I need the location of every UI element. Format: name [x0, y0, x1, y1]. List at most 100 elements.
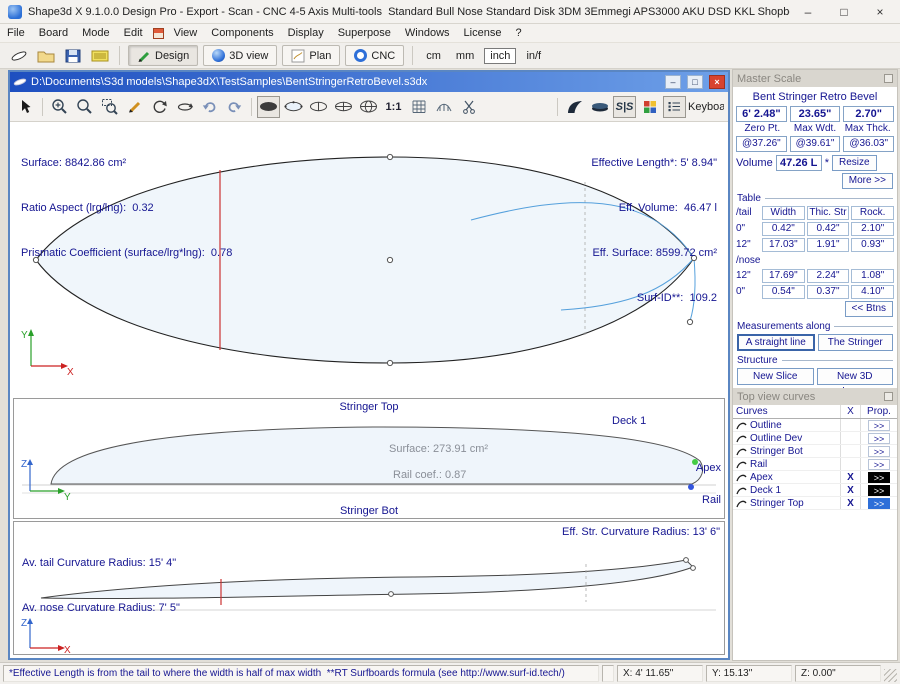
more-button[interactable]: More >> — [842, 173, 893, 189]
design-mode-button[interactable]: Design — [128, 45, 198, 66]
document-minimize-button[interactable]: – — [665, 75, 681, 89]
resize-grip[interactable] — [884, 669, 897, 682]
curve-x-flag[interactable] — [841, 432, 861, 444]
curve-x-flag[interactable]: X — [841, 497, 861, 509]
thickness-cell[interactable]: 0.42" — [807, 222, 850, 236]
edit-points-tool[interactable] — [123, 96, 146, 118]
unit-inch[interactable]: inch — [484, 48, 516, 64]
curve-prop-button[interactable]: >> — [868, 433, 890, 444]
curve-x-flag[interactable] — [841, 445, 861, 457]
keyboard-label[interactable]: Keyboa — [688, 101, 724, 113]
menu-license[interactable]: License — [457, 27, 509, 39]
rocker-cell[interactable]: 0.93" — [851, 238, 894, 252]
control-point[interactable] — [684, 558, 689, 563]
apex-label[interactable]: Apex — [696, 462, 721, 474]
deck-label[interactable]: Deck 1 — [612, 415, 646, 427]
curve-prop-button[interactable]: >> — [868, 472, 890, 483]
plan-button[interactable]: Plan — [282, 45, 340, 66]
control-point[interactable] — [691, 566, 696, 571]
new-slice-button[interactable]: New Slice — [737, 368, 814, 385]
document-restore-button[interactable]: □ — [687, 75, 703, 89]
thickness-cell[interactable]: 0.37" — [807, 285, 850, 299]
curve-name[interactable]: Outline Dev — [733, 432, 841, 444]
color-layers-button[interactable] — [638, 96, 661, 118]
the-stringer-button[interactable]: The Stringer — [818, 334, 894, 351]
curve-prop-button[interactable]: >> — [868, 420, 890, 431]
view-outline-points-button[interactable] — [282, 96, 305, 118]
control-point[interactable] — [389, 592, 394, 597]
panel-pin-icon[interactable] — [884, 74, 893, 83]
curve-name[interactable]: Apex — [733, 471, 841, 483]
control-point[interactable] — [387, 257, 392, 262]
view-cross-button[interactable] — [332, 96, 355, 118]
menu-superpose[interactable]: Superpose — [331, 27, 398, 39]
view-3d-button[interactable]: 3D view — [203, 45, 277, 66]
new-3d-layer-button[interactable]: New 3D Layer — [817, 368, 894, 385]
unit-mm[interactable]: mm — [451, 50, 479, 62]
stringer-bot-label[interactable]: Stringer Bot — [340, 505, 398, 517]
menu-display[interactable]: Display — [281, 27, 331, 39]
menu-help[interactable]: ? — [508, 27, 528, 39]
board-bottom-view-button[interactable] — [563, 96, 586, 118]
rocker-column-header[interactable]: Rock. Str — [851, 206, 894, 220]
minimize-button[interactable]: – — [790, 0, 826, 24]
curve-name[interactable]: Deck 1 — [733, 484, 841, 496]
control-point[interactable] — [387, 360, 392, 365]
menu-view[interactable]: View — [167, 27, 205, 39]
scan-button[interactable] — [89, 45, 111, 67]
close-button[interactable]: × — [862, 0, 898, 24]
menu-components[interactable]: Components — [204, 27, 280, 39]
width-column-header[interactable]: Width — [762, 206, 805, 220]
new-board-button[interactable] — [8, 45, 30, 67]
rotate-3d-tool[interactable] — [173, 96, 196, 118]
view-filled-outline-button[interactable] — [257, 96, 280, 118]
menu-file[interactable]: File — [0, 27, 32, 39]
zero-position-field[interactable]: @37.26" — [736, 136, 787, 152]
panel-pin-icon[interactable] — [884, 392, 893, 401]
edit-marker-icon[interactable] — [153, 28, 164, 39]
width-cell[interactable]: 17.03" — [762, 238, 805, 252]
max-thick-position-field[interactable]: @36.03" — [843, 136, 894, 152]
open-file-button[interactable] — [35, 45, 57, 67]
curve-prop-button[interactable]: >> — [868, 498, 890, 509]
volume-value[interactable]: 47.26 L — [776, 155, 822, 171]
straight-line-button[interactable]: A straight line — [737, 334, 815, 351]
curvature-button[interactable] — [432, 96, 455, 118]
width-field[interactable]: 23.65" — [790, 106, 841, 122]
unit-inf[interactable]: in/f — [521, 50, 546, 62]
slice-outline-path[interactable] — [51, 427, 703, 484]
rail-point[interactable] — [688, 484, 694, 490]
curve-prop-button[interactable]: >> — [868, 446, 890, 457]
cnc-button[interactable]: CNC — [345, 45, 404, 66]
view-wireframe-button[interactable] — [357, 96, 380, 118]
width-cell[interactable]: 0.54" — [762, 285, 805, 299]
curve-x-flag[interactable] — [841, 458, 861, 470]
zoom-in-tool[interactable] — [48, 96, 71, 118]
curve-name[interactable]: Outline — [733, 419, 841, 431]
curve-name[interactable]: Stringer Bot — [733, 445, 841, 457]
curve-name[interactable]: Rail — [733, 458, 841, 470]
zoom-tool[interactable] — [73, 96, 96, 118]
thickness-column-header[interactable]: Thic. Str — [807, 206, 850, 220]
rotate-tool[interactable] — [148, 96, 171, 118]
thickness-field[interactable]: 2.70" — [843, 106, 894, 122]
rocker-cell[interactable]: 2.10" — [851, 222, 894, 236]
select-tool[interactable] — [14, 96, 37, 118]
control-point[interactable] — [387, 154, 392, 159]
thickness-cell[interactable]: 1.91" — [807, 238, 850, 252]
max-width-position-field[interactable]: @39.61" — [790, 136, 841, 152]
rail-label[interactable]: Rail — [702, 494, 721, 506]
menu-board[interactable]: Board — [32, 27, 75, 39]
titlebar[interactable]: Shape3d X 9.1.0.0 Design Pro - Export - … — [0, 0, 900, 24]
width-cell[interactable]: 0.42" — [762, 222, 805, 236]
curve-prop-button[interactable]: >> — [868, 485, 890, 496]
redo-button[interactable] — [223, 96, 246, 118]
thickness-cell[interactable]: 2.24" — [807, 269, 850, 283]
stringer-ss-button[interactable]: S|S — [613, 96, 636, 118]
curve-x-flag[interactable]: X — [841, 471, 861, 483]
master-scale-header[interactable]: Master Scale — [733, 70, 897, 87]
document-titlebar[interactable]: D:\Documents\S3d models\Shape3dX\TestSam… — [10, 72, 728, 92]
menu-mode[interactable]: Mode — [75, 27, 117, 39]
stringer-top-label[interactable]: Stringer Top — [339, 401, 398, 413]
cut-button[interactable] — [457, 96, 480, 118]
